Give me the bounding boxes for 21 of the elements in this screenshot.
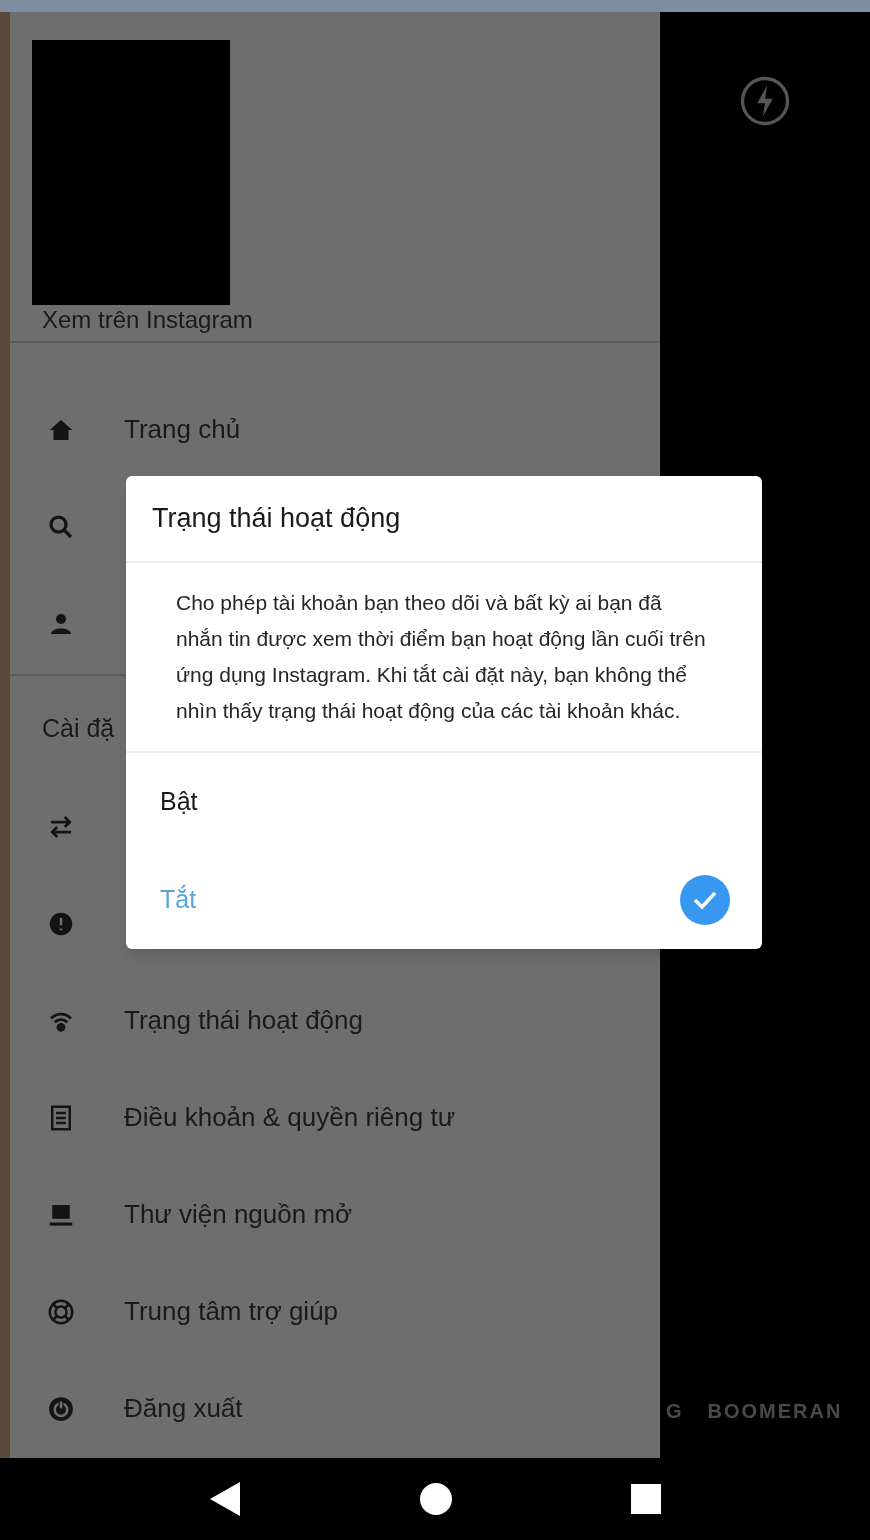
menu-item[interactable]: Thư viện nguồn mở (124, 1195, 353, 1234)
recents-icon[interactable] (629, 1483, 662, 1515)
option-row[interactable]: Bật (126, 753, 762, 851)
menu-item[interactable]: Trung tâm trợ giúp (124, 1292, 339, 1331)
dialog-description: Cho phép tài khoản bạn theo dõi và bất kỳ ai bạn đã nhắn tin được xem thời điểm bạn hoạt động lần cuối trên ứng dụng Instagram. Khi tắt cài đặt này, bạn không thể nhìn thấy trạng thái hoạt động của các tài khoản khác. (176, 590, 707, 724)
option-label: Bật (160, 786, 198, 818)
menu-item[interactable]: Trạng thái hoạt động (124, 1001, 363, 1040)
camera-mode-label[interactable]: G (666, 1396, 684, 1426)
menu-item[interactable]: Điều khoản & quyền riêng tư (124, 1098, 456, 1137)
section-heading: Cài đặ (42, 713, 115, 745)
dialog-title: Trạng thái hoạt động (152, 502, 401, 536)
menu-item[interactable]: Trang chủ (124, 410, 241, 449)
flash-icon[interactable] (738, 74, 792, 128)
option-row[interactable]: Tắt (126, 851, 762, 949)
check-icon (680, 875, 730, 925)
menu-item[interactable]: Đăng xuất (124, 1389, 243, 1428)
home-button-icon[interactable] (419, 1482, 453, 1516)
drawer-subtitle[interactable]: Xem trên Instagram (42, 305, 660, 335)
camera-mode-label[interactable]: BOOMERAN (707, 1396, 843, 1426)
back-icon[interactable] (208, 1480, 243, 1518)
option-label: Tắt (160, 884, 197, 916)
